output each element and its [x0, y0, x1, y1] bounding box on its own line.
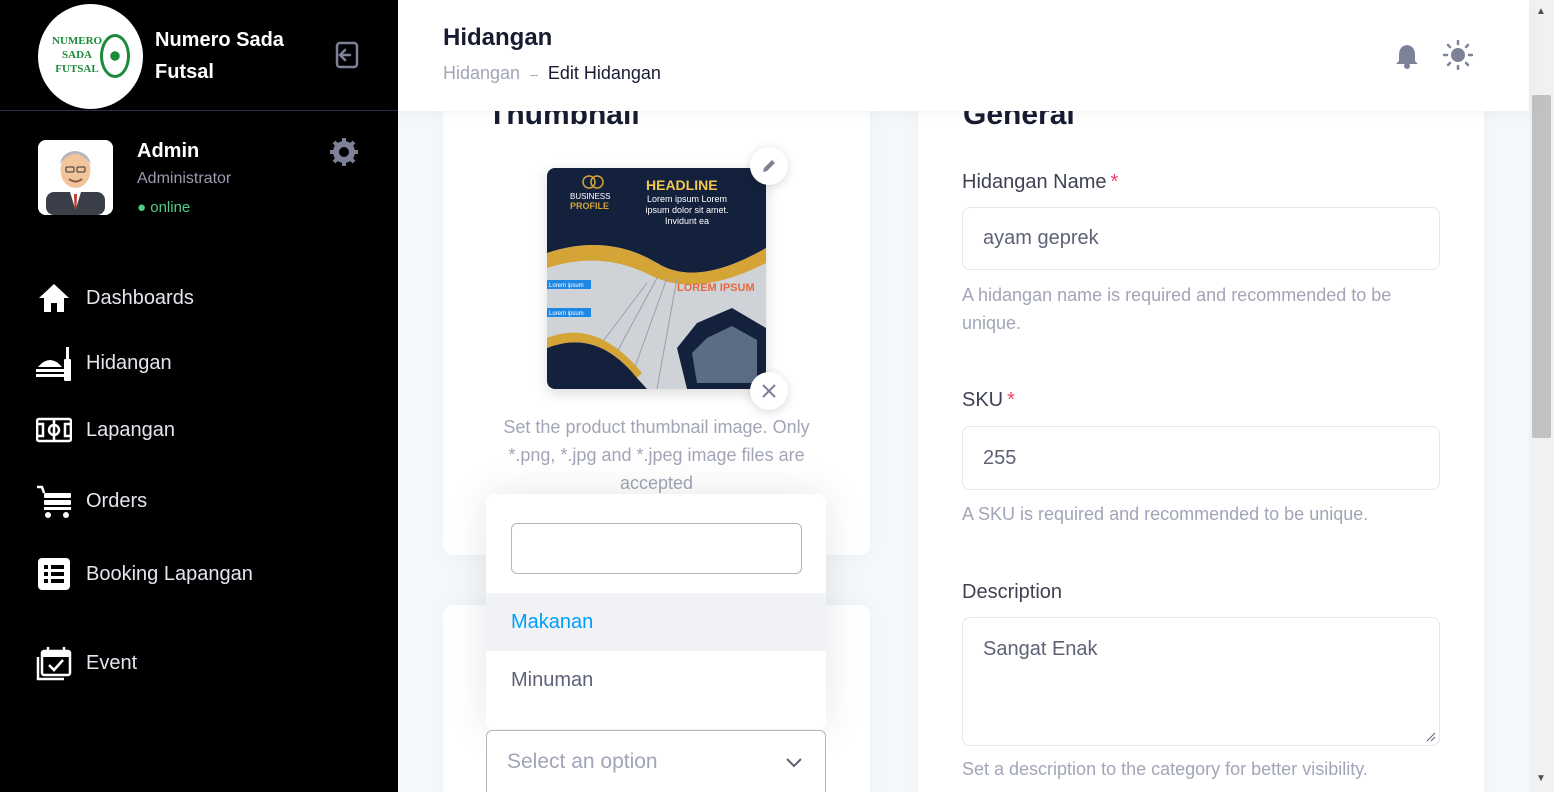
food-icon	[36, 347, 71, 381]
thumb-lorem-title: LOREM IPSUM	[677, 282, 755, 294]
name-label: Hidangan Name *	[962, 171, 1118, 194]
sidebar-item-orders[interactable]: Orders	[36, 481, 147, 521]
sidebar-item-booking-lapangan[interactable]: Booking Lapangan	[36, 554, 253, 594]
thumb-headline: HEADLINE	[646, 177, 718, 193]
scroll-thumb[interactable]	[1532, 95, 1551, 438]
user-role: Administrator	[137, 170, 232, 187]
sidebar-item-label: Hidangan	[86, 351, 172, 374]
remove-thumbnail-button[interactable]	[750, 372, 788, 410]
brand-logo[interactable]: NUMERO SADA FUTSAL	[38, 4, 143, 109]
sku-help: A SKU is required and recommended to be …	[962, 504, 1369, 524]
pencil-icon	[763, 160, 775, 172]
dropdown-option-makanan[interactable]: Makanan	[486, 593, 826, 651]
sku-value: 255	[983, 446, 1017, 469]
football-icon	[100, 34, 130, 78]
logo-text: NUMERO SADA FUTSAL	[52, 35, 103, 75]
category-select[interactable]: Select an option	[486, 730, 826, 792]
close-icon	[762, 384, 776, 398]
cart-icon	[37, 485, 71, 518]
select-placeholder: Select an option	[507, 750, 658, 773]
sidebar-item-label: Lapangan	[86, 418, 175, 441]
name-help: A hidangan name is required and recommen…	[962, 285, 1392, 333]
page-scrollbar[interactable]: ▲ ▼	[1529, 0, 1554, 792]
sidebar-item-event[interactable]: Event	[36, 643, 137, 683]
sku-label-text: SKU	[962, 389, 1004, 411]
breadcrumb-current: Edit Hidangan	[547, 63, 661, 83]
thumb-brand-1: BUSINESS	[570, 192, 610, 201]
home-icon	[39, 284, 69, 312]
scroll-down-icon[interactable]: ▼	[1536, 773, 1546, 784]
brand: NUMERO SADA FUTSAL Numero Sada Futsal	[0, 0, 398, 111]
thumbnail-hint: Set the product thumbnail image. Only *.…	[503, 417, 810, 493]
breadcrumb-link[interactable]: Hidangan	[443, 63, 520, 84]
sidebar-item-dashboards[interactable]: Dashboards	[36, 278, 194, 318]
category-dropdown: Makanan Minuman	[486, 494, 826, 729]
sidebar-item-hidangan[interactable]: Hidangan	[36, 343, 172, 383]
description-textarea[interactable]: Sangat Enak	[962, 617, 1440, 746]
thumb-brand-2: PROFILE	[570, 201, 609, 211]
breadcrumb: Hidangan – Edit Hidangan	[443, 63, 661, 84]
thumbnail-card: Thumbnail BUSINESS PROFILE HEADLINE Lore…	[443, 60, 870, 555]
name-label-text: Hidangan Name	[962, 171, 1107, 193]
thumb-body: Lorem ipsum Lorem ipsum dolor sit amet. …	[645, 194, 729, 226]
dropdown-option-minuman[interactable]: Minuman	[486, 651, 826, 709]
sidebar-item-lapangan[interactable]: Lapangan	[36, 410, 175, 450]
brand-name: Numero Sada Futsal	[155, 29, 284, 83]
dropdown-search-input[interactable]	[511, 523, 802, 574]
thumb-side-1: Lorem ipsum	[549, 283, 584, 289]
description-help: Set a description to the category for be…	[962, 759, 1368, 779]
user-name: Admin	[137, 140, 200, 162]
sidebar-item-label: Event	[86, 651, 138, 674]
logout-icon[interactable]	[333, 40, 363, 70]
page-header: Hidangan Hidangan – Edit Hidangan	[398, 0, 1529, 111]
required-mark: *	[1007, 389, 1015, 411]
sidebar-item-label: Booking Lapangan	[86, 562, 253, 585]
hidangan-name-input[interactable]: ayam geprek	[962, 207, 1440, 270]
description-label: Description	[962, 581, 1063, 603]
page-title: Hidangan	[443, 24, 553, 51]
bell-icon[interactable]	[1393, 43, 1421, 69]
user-panel: Admin Administrator ● online	[0, 111, 398, 251]
breadcrumb-separator: –	[530, 65, 538, 82]
thumb-side-2: Lorem ipsum	[549, 311, 584, 317]
scroll-up-icon[interactable]: ▲	[1536, 6, 1546, 17]
sku-input[interactable]: 255	[962, 426, 1440, 490]
sun-icon[interactable]	[1443, 40, 1473, 70]
edit-thumbnail-button[interactable]	[750, 147, 788, 185]
user-status-text: online	[150, 199, 191, 216]
description-value: Sangat Enak	[983, 638, 1098, 660]
list-icon	[38, 558, 70, 590]
name-value: ayam geprek	[983, 227, 1099, 249]
gear-icon[interactable]	[329, 137, 359, 167]
resize-handle-icon[interactable]	[1426, 732, 1436, 742]
sidebar-item-label: Orders	[86, 489, 148, 512]
sidebar-item-label: Dashboards	[86, 286, 194, 309]
calendar-icon	[36, 647, 72, 681]
avatar[interactable]	[38, 140, 113, 215]
sku-label: SKU *	[962, 389, 1015, 412]
user-status: ● online	[137, 199, 191, 216]
sidebar: NUMERO SADA FUTSAL Numero Sada Futsal Ad…	[0, 0, 398, 792]
field-icon	[36, 417, 72, 443]
thumbnail-image: BUSINESS PROFILE HEADLINE Lorem ipsum Lo…	[547, 168, 766, 389]
chevron-down-icon	[786, 758, 802, 768]
required-mark: *	[1110, 171, 1119, 193]
